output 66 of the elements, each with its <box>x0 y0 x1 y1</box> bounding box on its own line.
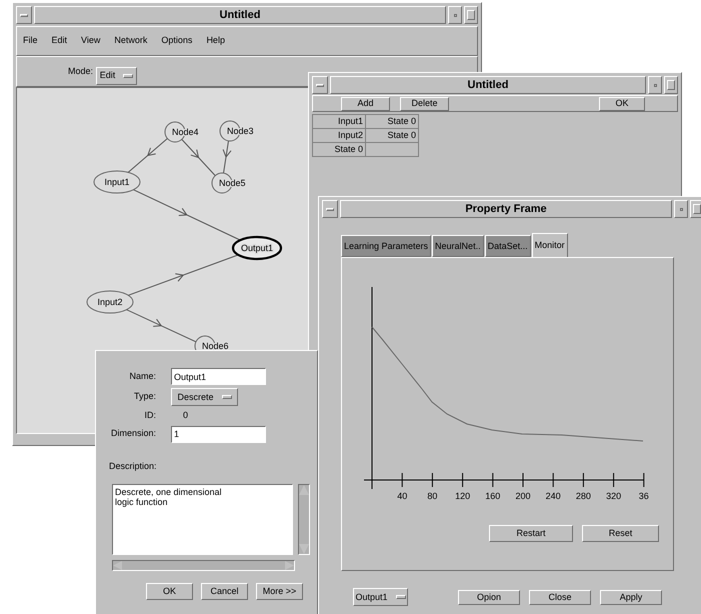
maximize-button[interactable] <box>464 6 478 24</box>
ok-button[interactable]: OK <box>599 96 645 110</box>
dialog-button[interactable]: More >> <box>256 583 303 600</box>
tab[interactable]: NeuralNet.. <box>432 235 484 257</box>
window-menu-button[interactable] <box>312 76 328 94</box>
minimize-button[interactable] <box>674 200 688 218</box>
menu-item[interactable]: Edit <box>52 34 68 48</box>
panel-button[interactable]: Restart <box>489 525 573 542</box>
mode-label: Mode: <box>68 64 94 78</box>
window-menu-button[interactable] <box>16 6 32 24</box>
axis-tick-label: 320 <box>606 491 622 501</box>
tab[interactable]: DataSet... <box>484 235 531 257</box>
dropdown-indicator-icon <box>123 74 134 78</box>
id-label: ID: <box>143 409 156 422</box>
id-value: 0 <box>182 409 190 422</box>
table-cell: Input1 <box>312 114 366 129</box>
footer-button[interactable]: Apply <box>600 590 662 604</box>
axis-tick-label: 160 <box>485 491 500 501</box>
minimize-button[interactable] <box>648 76 662 94</box>
axis-tick-label: 280 <box>576 491 591 501</box>
maximize-button[interactable] <box>664 76 678 94</box>
menu-item[interactable]: View <box>81 34 100 48</box>
footer-button[interactable]: Opion <box>458 590 520 604</box>
dropdown-indicator-icon <box>396 595 406 599</box>
window-title: Untitled <box>330 76 646 94</box>
dialog-button[interactable]: OK <box>146 583 193 600</box>
graph-node[interactable]: Output1 <box>232 236 282 260</box>
menu-item[interactable]: Help <box>206 34 225 48</box>
name-label: Name: <box>128 370 156 383</box>
mode-dropdown[interactable]: Edit <box>96 66 138 84</box>
table-cell: State 0 <box>312 142 366 157</box>
toolbar-button[interactable]: Delete <box>400 96 449 110</box>
graph-node[interactable]: Input1 <box>94 170 140 194</box>
table-cell: Input2 <box>312 128 366 143</box>
maximize-button[interactable] <box>690 200 701 218</box>
type-dropdown[interactable]: Descrete <box>171 388 238 406</box>
table-cell <box>365 142 419 157</box>
axis-tick-label: 200 <box>515 491 531 501</box>
graph-node[interactable]: Input2 <box>86 290 134 314</box>
axis-tick-label: 80 <box>427 491 438 501</box>
axis-tick-label: 36 <box>638 491 649 501</box>
footer-button[interactable]: Close <box>529 590 591 604</box>
window-menu-button[interactable] <box>322 200 338 218</box>
tab[interactable]: Monitor <box>532 233 568 257</box>
output-dropdown[interactable]: Output1 <box>353 588 408 606</box>
description-label: Description: <box>109 460 158 473</box>
panel-button[interactable]: Reset <box>582 525 659 542</box>
menu-item[interactable]: Network <box>114 34 148 48</box>
axis-tick-label: 40 <box>397 491 408 501</box>
dimension-label: Dimension: <box>110 427 156 440</box>
description-field[interactable]: Descrete, one dimensional logic function <box>112 484 293 555</box>
menu-item[interactable]: File <box>23 34 38 48</box>
tab[interactable]: Learning Parameters <box>341 235 432 257</box>
dimension-field[interactable]: 1 <box>171 426 266 442</box>
minimize-button[interactable] <box>448 6 462 24</box>
dropdown-indicator-icon <box>222 395 232 399</box>
menu-item[interactable]: Options <box>161 34 192 48</box>
window-title: Property Frame <box>340 200 672 218</box>
name-field[interactable]: Output1 <box>171 368 266 385</box>
axis-tick-label: 240 <box>546 491 561 501</box>
toolbar-button[interactable]: Add <box>341 96 390 110</box>
axis-tick-label: 120 <box>455 491 470 501</box>
type-label: Type: <box>132 390 156 404</box>
table-cell: State 0 <box>365 114 419 129</box>
dialog-button[interactable]: Cancel <box>201 583 248 600</box>
window-title: Untitled <box>34 6 446 24</box>
